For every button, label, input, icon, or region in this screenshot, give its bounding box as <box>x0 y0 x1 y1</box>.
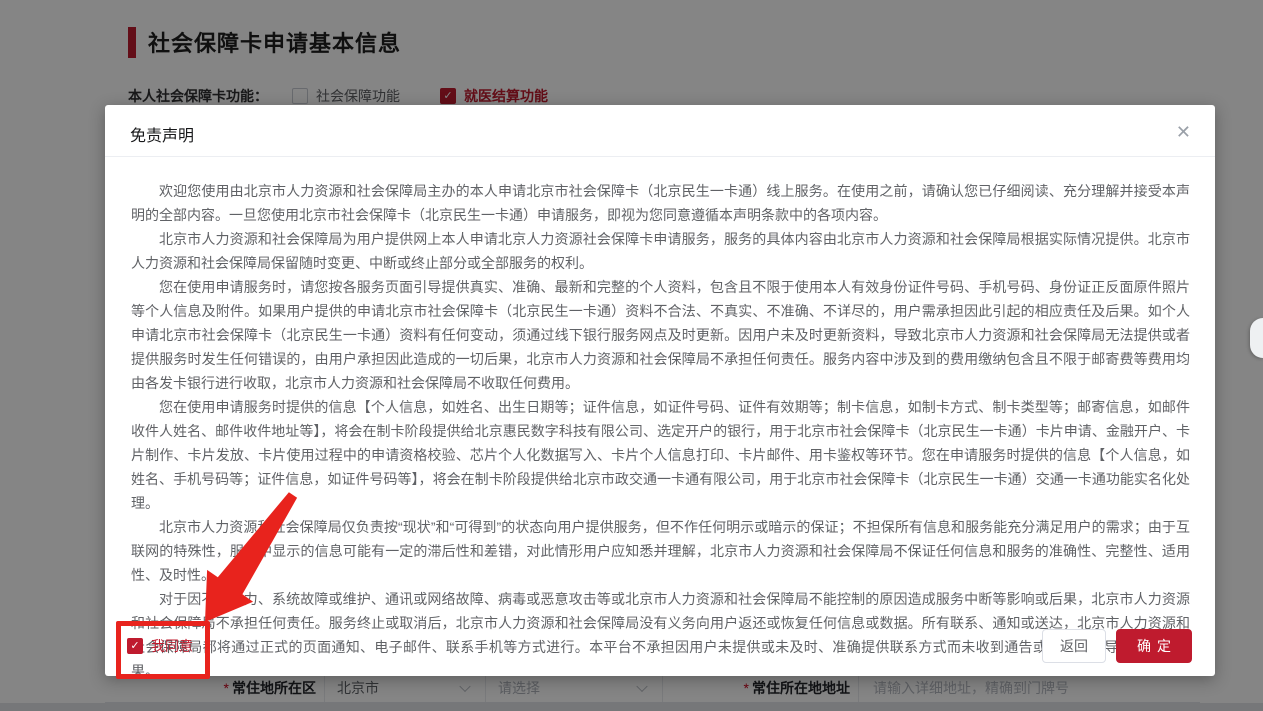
agree-checkbox[interactable] <box>127 638 143 654</box>
modal-header: 免责声明 ✕ <box>105 105 1215 157</box>
disclaimer-paragraph: 北京市人力资源和社会保障局为用户提供网上本人申请北京人力资源社会保障卡申请服务，… <box>131 231 1190 271</box>
modal-footer: 我同意 返回 确定 <box>105 624 1215 668</box>
side-widget-handle[interactable] <box>1250 318 1263 358</box>
disclaimer-modal: 免责声明 ✕ 欢迎您使用由北京市人力资源和社会保障局主办的本人申请北京市社会保障… <box>105 105 1215 679</box>
confirm-button[interactable]: 确定 <box>1116 629 1192 663</box>
modal-buttons: 返回 确定 <box>1042 629 1192 663</box>
close-icon[interactable]: ✕ <box>1172 119 1195 145</box>
disclaimer-paragraph: 您在使用申请服务时提供的信息【个人信息，如姓名、出生日期等；证件信息，如证件号码… <box>131 399 1190 511</box>
disclaimer-paragraph: 欢迎您使用由北京市人力资源和社会保障局主办的本人申请北京市社会保障卡（北京民生一… <box>131 183 1190 223</box>
agree-checkbox-group[interactable]: 我同意 <box>127 636 193 656</box>
modal-title: 免责声明 <box>130 128 195 145</box>
disclaimer-paragraph: 您在使用申请服务时，请您按各服务页面引导提供真实、准确、最新和完整的个人资料，包… <box>131 279 1190 391</box>
back-button[interactable]: 返回 <box>1042 629 1106 663</box>
disclaimer-text: 欢迎您使用由北京市人力资源和社会保障局主办的本人申请北京市社会保障卡（北京民生一… <box>105 157 1215 683</box>
disclaimer-paragraph: 北京市人力资源和社会保障局仅负责按“现状”和“可得到”的状态向用户提供服务，但不… <box>131 519 1190 583</box>
agree-label: 我同意 <box>151 638 193 654</box>
